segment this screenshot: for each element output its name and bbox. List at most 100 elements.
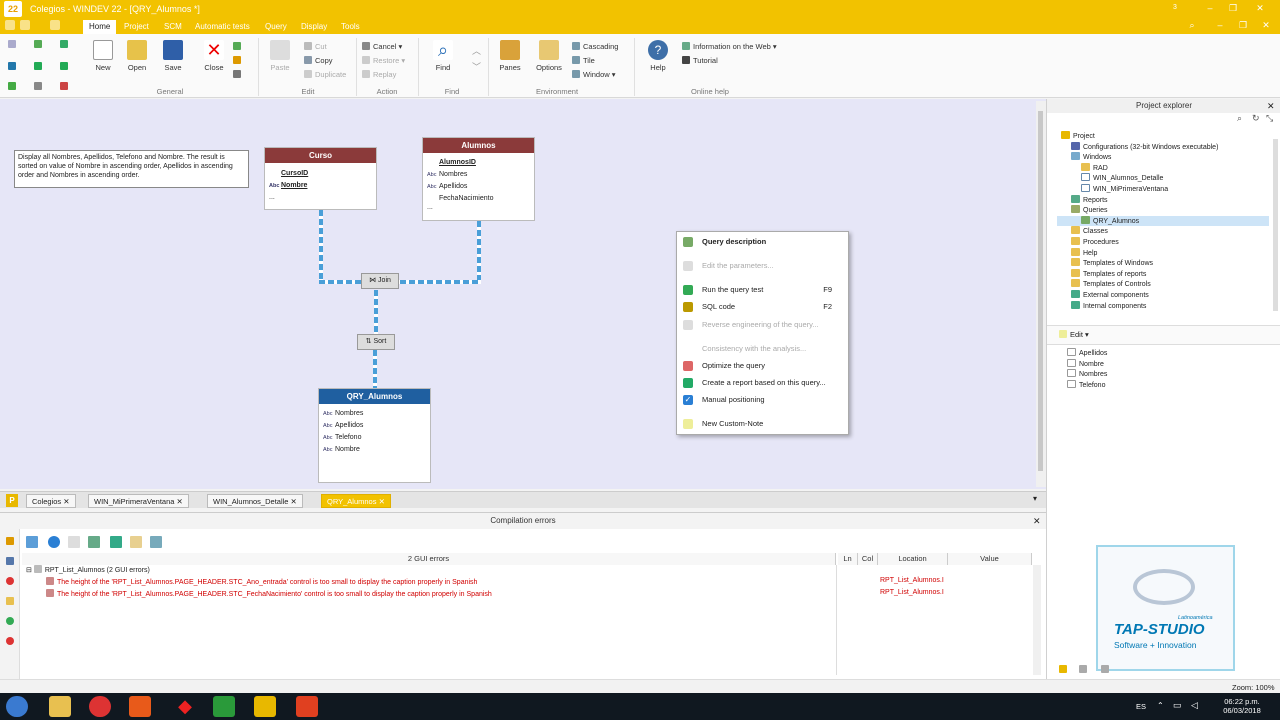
tutorial-button[interactable]: Tutorial bbox=[682, 56, 718, 65]
network-icon[interactable]: ▭ bbox=[1173, 700, 1182, 711]
tree-node-queries[interactable]: Queries bbox=[1057, 205, 1269, 216]
open-element-icon[interactable] bbox=[34, 40, 42, 48]
field-row[interactable]: Abc Nombres bbox=[319, 408, 430, 420]
error-icon[interactable] bbox=[6, 577, 14, 585]
edit-dropdown[interactable]: Edit ▾ bbox=[1059, 330, 1089, 339]
menu-item-consistency[interactable]: Consistency with the analysis... bbox=[677, 341, 848, 357]
tab-icon[interactable] bbox=[1101, 665, 1109, 673]
more-fields[interactable]: ... bbox=[423, 204, 534, 213]
collapse-icon[interactable]: ⊟ bbox=[26, 567, 34, 574]
project-icon[interactable]: P bbox=[6, 494, 18, 507]
tree-scrollbar[interactable] bbox=[1273, 139, 1278, 311]
back-icon[interactable] bbox=[8, 82, 16, 90]
info-filter-icon[interactable] bbox=[48, 536, 60, 548]
windev-icon[interactable] bbox=[254, 696, 276, 717]
tab-automatic-tests[interactable]: Automatic tests bbox=[189, 20, 256, 34]
warning-icon[interactable] bbox=[6, 597, 14, 605]
new-button[interactable]: New bbox=[88, 40, 118, 72]
error-location[interactable]: RPT_List_Alumnos.I bbox=[880, 577, 944, 584]
table-result-header[interactable]: QRY_Alumnos bbox=[319, 389, 430, 404]
tree-node-templates-windows[interactable]: Templates of Windows bbox=[1057, 258, 1269, 269]
filter-icon[interactable] bbox=[26, 536, 38, 548]
tab-tools[interactable]: Tools bbox=[335, 20, 366, 34]
undo-icon[interactable] bbox=[34, 82, 42, 90]
options-button[interactable]: Options bbox=[534, 40, 564, 72]
sync-icon[interactable] bbox=[8, 62, 16, 70]
cascading-button[interactable]: Cascading bbox=[572, 42, 618, 51]
list-item[interactable]: Apellidos bbox=[1067, 348, 1267, 359]
doc-tab-win-miprimeraventana[interactable]: WIN_MiPrimeraVentana ✕ bbox=[88, 494, 189, 508]
quick-access-icon[interactable] bbox=[50, 20, 60, 30]
cancel-button[interactable]: Cancel ▾ bbox=[362, 42, 402, 51]
errors-scrollbar[interactable] bbox=[1033, 565, 1041, 675]
field-row[interactable]: Abc Nombres bbox=[423, 169, 534, 181]
media-player-icon[interactable] bbox=[129, 696, 151, 717]
tree-node-qry-alumnos[interactable]: QRY_Alumnos bbox=[1057, 215, 1269, 227]
editor-vertical-scrollbar[interactable] bbox=[1036, 101, 1046, 487]
doc-tab-win-alumnos-detalle[interactable]: WIN_Alumnos_Detalle ✕ bbox=[207, 494, 303, 508]
webdev-icon[interactable] bbox=[213, 696, 235, 717]
save-element-icon[interactable] bbox=[60, 40, 68, 48]
menu-item-query-description[interactable]: Query description bbox=[677, 234, 848, 250]
more-fields[interactable]: ... bbox=[265, 192, 376, 204]
field-row[interactable]: Abc Apellidos bbox=[423, 181, 534, 193]
result-link[interactable] bbox=[373, 350, 377, 388]
cut-button[interactable]: Cut bbox=[304, 42, 327, 51]
close-tab-icon[interactable]: ✕ bbox=[177, 497, 183, 506]
tree-node-help[interactable]: Help bbox=[1057, 247, 1269, 259]
find-next-icon[interactable]: ﹀ bbox=[472, 60, 481, 73]
collapse-icon[interactable]: ⤡ bbox=[1266, 113, 1273, 124]
project-tab-icon[interactable] bbox=[1059, 665, 1067, 673]
minimize-button[interactable]: – bbox=[1203, 2, 1217, 14]
menu-item-sql-code[interactable]: SQL code F2 bbox=[677, 299, 848, 315]
field-row[interactable]: FechaNacimiento bbox=[423, 193, 534, 205]
tree-node-rad[interactable]: RAD bbox=[1057, 162, 1269, 174]
close-tab-icon[interactable]: ✕ bbox=[63, 497, 69, 506]
app-red-diamond-icon[interactable]: ◆ bbox=[174, 696, 196, 717]
search-icon[interactable]: ⌕ bbox=[1185, 19, 1199, 31]
print-icon[interactable] bbox=[233, 70, 241, 78]
restore-button[interactable]: Restore ▾ bbox=[362, 56, 405, 65]
menu-item-optimize-query[interactable]: Optimize the query bbox=[677, 358, 848, 374]
error-row[interactable]: The height of the 'RPT_List_Alumnos.PAGE… bbox=[46, 589, 492, 598]
quick-access-icon[interactable] bbox=[5, 20, 15, 30]
table-alumnos-header[interactable]: Alumnos bbox=[423, 138, 534, 153]
refresh-icon[interactable] bbox=[233, 42, 241, 50]
gui-filter-icon[interactable] bbox=[88, 536, 100, 548]
pencil-icon[interactable] bbox=[6, 537, 14, 545]
table-alumnos[interactable]: Alumnos AlumnosID Abc Nombres Abc Apellido… bbox=[422, 137, 535, 221]
column-location[interactable]: Location bbox=[878, 553, 948, 565]
close-tab-icon[interactable]: ✕ bbox=[291, 497, 297, 506]
tray-up-icon[interactable]: ⌃ bbox=[1157, 701, 1164, 710]
window-menu-button[interactable]: Window ▾ bbox=[572, 70, 616, 79]
duplicate-button[interactable]: Duplicate bbox=[304, 70, 346, 79]
replay-button[interactable]: Replay bbox=[362, 70, 396, 79]
close-tab-icon[interactable]: ✕ bbox=[379, 497, 385, 506]
error-location[interactable]: RPT_List_Alumnos.I bbox=[880, 589, 944, 596]
join-link[interactable] bbox=[319, 210, 323, 284]
error-row[interactable]: The height of the 'RPT_List_Alumnos.PAGE… bbox=[46, 577, 477, 586]
generate-icon[interactable] bbox=[34, 62, 42, 70]
menu-item-create-report[interactable]: Create a report based on this query... bbox=[677, 375, 848, 391]
sort-link[interactable] bbox=[374, 290, 378, 334]
language-indicator[interactable]: ES bbox=[1136, 702, 1146, 711]
warning-filter-icon[interactable] bbox=[68, 536, 80, 548]
doc-tab-colegios[interactable]: Colegios ✕ bbox=[26, 494, 76, 508]
tree-node-project[interactable]: Project bbox=[1057, 131, 1269, 142]
panes-button[interactable]: Panes bbox=[495, 40, 525, 72]
close-window-button[interactable]: ✕ bbox=[1249, 2, 1271, 14]
tab-scm[interactable]: SCM bbox=[158, 20, 188, 34]
tree-node-windows[interactable]: Windows bbox=[1057, 152, 1269, 163]
tree-node-win-alumnos-detalle[interactable]: WIN_Alumnos_Detalle bbox=[1057, 173, 1269, 184]
column-col[interactable]: Col bbox=[858, 553, 878, 565]
scrollbar-thumb[interactable] bbox=[1038, 111, 1043, 471]
ribbon-close-button[interactable]: ✕ bbox=[1259, 19, 1273, 31]
sort-operation[interactable]: ⇅ Sort bbox=[357, 334, 395, 350]
chrome-icon[interactable] bbox=[89, 696, 111, 717]
close-icon[interactable]: ✕ bbox=[1267, 101, 1275, 112]
tree-node-internal-components[interactable]: Internal components bbox=[1057, 300, 1269, 312]
new-element-icon[interactable] bbox=[8, 40, 16, 48]
tile-button[interactable]: Tile bbox=[572, 56, 595, 65]
help-badge-icon[interactable]: 3 bbox=[1168, 2, 1182, 14]
open-button[interactable]: Open bbox=[122, 40, 152, 72]
